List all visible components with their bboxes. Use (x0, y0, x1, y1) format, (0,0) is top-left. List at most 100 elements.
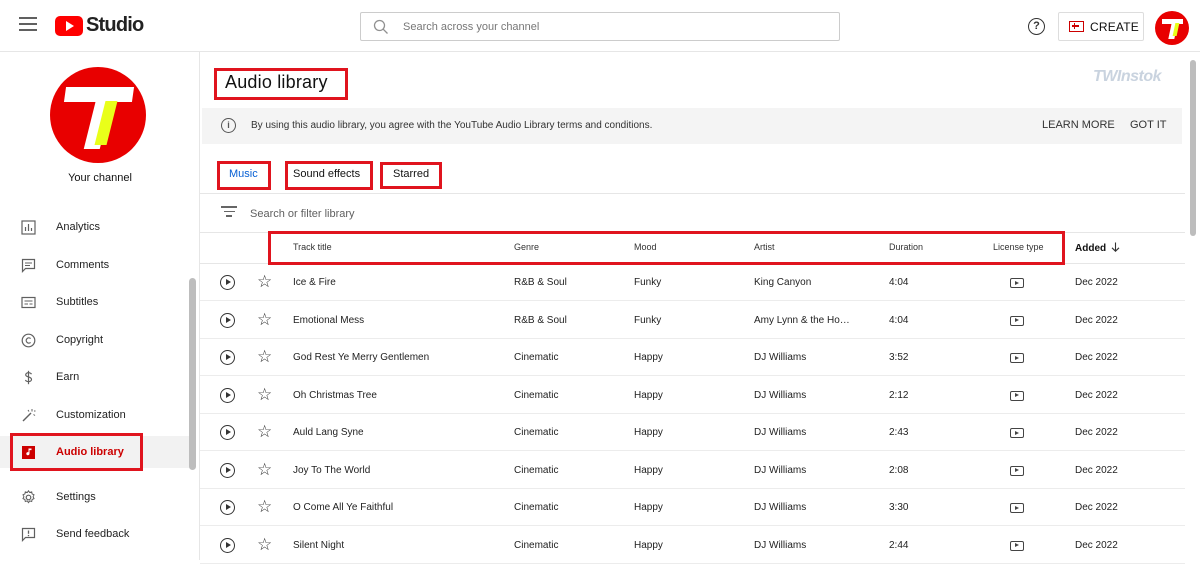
youtube-license-icon (1010, 278, 1024, 288)
column-mood[interactable]: Mood (634, 242, 657, 252)
table-row[interactable]: ☆ Joy To The World Cinematic Happy DJ Willia… (200, 452, 1185, 489)
tab-starred[interactable]: Starred (393, 168, 429, 180)
star-icon[interactable]: ☆ (257, 498, 272, 515)
table-row[interactable]: ☆ God Rest Ye Merry Gentlemen Cinematic Hap… (200, 339, 1185, 376)
menu-icon[interactable] (19, 17, 37, 31)
star-icon[interactable]: ☆ (257, 311, 272, 328)
mood-cell: Happy (634, 502, 663, 513)
duration-cell: 4:04 (889, 314, 909, 326)
genre-cell: Cinematic (514, 427, 559, 438)
table-row[interactable]: ☆ O Come All Ye Faithful Cinematic Happy DJ … (200, 489, 1185, 526)
subtitles-icon (20, 294, 36, 310)
got-it-button[interactable]: GOT IT (1130, 119, 1166, 131)
column-added[interactable]: Added (1075, 242, 1120, 254)
table-row[interactable]: ☆ Silent Night Cinematic Happy DJ Williams 2:… (200, 527, 1185, 564)
play-icon[interactable] (220, 387, 235, 403)
main-content: Audio library TWInstok i By using this a… (200, 52, 1200, 564)
star-icon[interactable]: ☆ (257, 423, 272, 440)
sidebar-item-label: Customization (56, 409, 126, 421)
duration-cell: 2:08 (889, 464, 909, 476)
table-row[interactable]: ☆ Emotional Mess R&B & Soul Funky Amy Lynn &… (200, 302, 1185, 339)
track-title-cell: Silent Night (293, 539, 345, 551)
added-cell: Dec 2022 (1075, 427, 1118, 438)
sidebar-item-settings[interactable]: Settings (0, 481, 190, 513)
main-scrollbar[interactable] (1190, 60, 1196, 236)
sidebar-item-label: Settings (56, 491, 96, 503)
channel-search[interactable] (360, 12, 840, 41)
sidebar-item-send-feedback[interactable]: Send feedback (0, 518, 190, 550)
page-title: Audio library (225, 72, 328, 92)
genre-cell: Cinematic (514, 502, 559, 513)
channel-avatar[interactable] (50, 67, 146, 163)
play-icon[interactable] (220, 312, 235, 328)
youtube-license-icon (1010, 428, 1024, 438)
mood-cell: Funky (634, 277, 662, 288)
account-avatar[interactable] (1155, 11, 1189, 45)
youtube-logo-icon (55, 15, 83, 36)
column-track-title[interactable]: Track title (293, 242, 332, 252)
create-button[interactable]: CREATE (1058, 12, 1144, 41)
sidebar-item-label: Copyright (56, 334, 104, 346)
active-tab-indicator (222, 187, 266, 190)
column-genre[interactable]: Genre (514, 242, 539, 252)
sidebar-item-audio-library[interactable]: Audio library (0, 436, 190, 468)
table-row[interactable]: ☆ Ice & Fire R&B & Soul Funky King Canyon 4:0… (200, 264, 1185, 301)
play-icon[interactable] (220, 350, 235, 365)
star-icon[interactable]: ☆ (257, 386, 272, 403)
mood-cell: Happy (634, 464, 663, 476)
search-input[interactable] (403, 18, 823, 36)
sidebar-item-label: Subtitles (56, 296, 99, 308)
sidebar-item-copyright[interactable]: Copyright (0, 324, 190, 356)
track-title-cell: Ice & Fire (293, 277, 336, 288)
tab-music[interactable]: Music (229, 168, 258, 180)
star-icon[interactable]: ☆ (257, 348, 272, 365)
sidebar-item-subtitles[interactable]: Subtitles (0, 286, 190, 318)
play-icon[interactable] (220, 275, 235, 290)
column-artist[interactable]: Artist (754, 242, 775, 252)
play-icon[interactable] (220, 537, 235, 553)
mood-cell: Happy (634, 389, 663, 401)
dollar-icon (20, 369, 36, 385)
artist-cell: King Canyon (754, 277, 812, 288)
filter-icon[interactable] (221, 206, 237, 220)
create-label: CREATE (1090, 19, 1139, 34)
tab-sound-effects[interactable]: Sound effects (293, 168, 360, 180)
star-icon[interactable]: ☆ (257, 461, 272, 478)
artist-cell: DJ Williams (754, 427, 807, 438)
added-cell: Dec 2022 (1075, 464, 1118, 476)
sidebar-item-comments[interactable]: Comments (0, 249, 190, 281)
table-row[interactable]: ☆ Auld Lang Syne Cinematic Happy DJ Williams… (200, 414, 1185, 451)
artist-cell: DJ Williams (754, 539, 807, 551)
youtube-license-icon (1010, 540, 1024, 551)
artist-cell: DJ Williams (754, 502, 807, 513)
star-icon[interactable]: ☆ (257, 536, 272, 553)
mood-cell: Happy (634, 539, 663, 551)
info-icon: i (221, 118, 236, 133)
logo-text: Studio (86, 14, 144, 36)
filter-input[interactable] (250, 205, 650, 223)
play-icon[interactable] (220, 500, 235, 515)
artist-cell: Amy Lynn & the Ho… (754, 314, 850, 326)
track-title-cell: Emotional Mess (293, 314, 365, 326)
learn-more-button[interactable]: LEARN MORE (1042, 119, 1115, 131)
studio-logo[interactable]: Studio (55, 14, 144, 37)
column-duration[interactable]: Duration (889, 242, 923, 252)
search-icon (373, 19, 388, 34)
star-icon[interactable]: ☆ (257, 273, 272, 290)
table-row[interactable]: ☆ Oh Christmas Tree Cinematic Happy DJ Willi… (200, 377, 1185, 414)
sidebar-item-analytics[interactable]: Analytics (0, 211, 190, 243)
sidebar-item-customization[interactable]: Customization (0, 399, 190, 431)
sidebar-item-earn[interactable]: Earn (0, 361, 190, 393)
terms-message: By using this audio library, you agree w… (251, 120, 653, 131)
artist-cell: DJ Williams (754, 464, 807, 476)
play-icon[interactable] (220, 462, 235, 478)
duration-cell: 2:43 (889, 427, 909, 438)
track-title-cell: Joy To The World (293, 464, 371, 476)
play-icon[interactable] (220, 425, 235, 440)
column-license-type[interactable]: License type (993, 242, 1044, 252)
sidebar-scrollbar[interactable] (189, 278, 196, 470)
added-cell: Dec 2022 (1075, 539, 1118, 551)
sidebar-item-label: Audio library (56, 446, 124, 458)
help-icon[interactable]: ? (1028, 18, 1045, 35)
gear-icon (20, 489, 36, 505)
